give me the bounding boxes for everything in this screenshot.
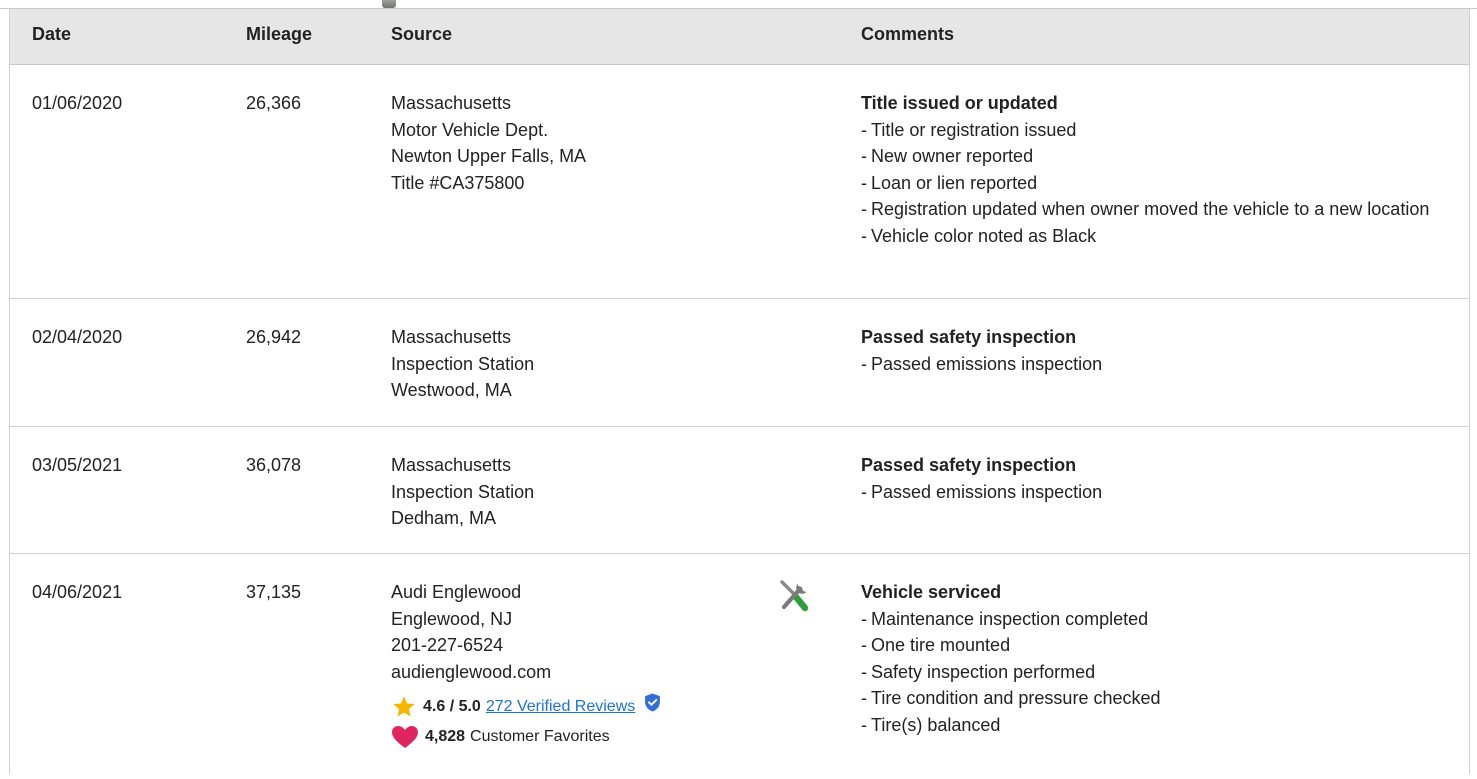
row-mileage: 26,366 [246, 93, 302, 113]
header-source: Source [391, 24, 453, 44]
top-edge [0, 0, 1477, 9]
source-line: Inspection Station [391, 481, 535, 502]
source-line: Motor Vehicle Dept. [391, 119, 549, 140]
favorites-label: Customer Favorites [470, 728, 610, 745]
verified-shield-icon [644, 693, 661, 720]
comment-title: Vehicle serviced [861, 582, 1002, 602]
verified-reviews-link[interactable]: 272 Verified Reviews [486, 695, 635, 719]
comment-item: Safety inspection performed [861, 659, 1461, 686]
row-comments: Passed safety inspection Passed emission… [861, 324, 1461, 377]
row-comments: Passed safety inspection Passed emission… [861, 452, 1461, 505]
comment-item: Vehicle color noted as Black [861, 223, 1461, 250]
star-icon [393, 696, 415, 716]
source-line: Newton Upper Falls, MA [391, 146, 587, 166]
row-source: Massachusetts Inspection Station Westwoo… [391, 324, 534, 404]
table-row: 01/06/2020 26,366 Massachusetts Motor Ve… [10, 65, 1469, 299]
comment-title: Passed safety inspection [861, 455, 1077, 475]
row-date: 02/04/2020 [32, 327, 123, 347]
row-date: 01/06/2020 [32, 93, 123, 113]
row-mileage: 36,078 [246, 455, 302, 475]
wrench-screwdriver-icon [778, 578, 814, 620]
comment-item: Registration updated when owner moved th… [861, 196, 1441, 223]
rating-value: 4.6 / 5.0 [423, 697, 481, 715]
row-date: 04/06/2021 [32, 582, 123, 602]
comment-title: Title issued or updated [861, 93, 1058, 113]
row-mileage: 26,942 [246, 327, 302, 347]
comment-item: New owner reported [861, 143, 1461, 170]
favorites-count: 4,828 [425, 728, 466, 745]
row-mileage: 37,135 [246, 582, 302, 602]
source-line: Massachusetts [391, 455, 512, 475]
row-source: Audi Englewood Englewood, NJ 201-227-652… [391, 579, 661, 749]
customer-favorites: 4,828 Customer Favorites [391, 725, 661, 749]
source-line: Massachusetts [391, 93, 512, 113]
source-line: Audi Englewood [391, 582, 522, 602]
header-mileage: Mileage [246, 24, 313, 44]
comment-item: One tire mounted [861, 632, 1461, 659]
row-date: 03/05/2021 [32, 455, 123, 475]
partial-image-edge [382, 0, 396, 8]
table-header: Date Mileage Source Comments [10, 9, 1469, 65]
header-comments: Comments [861, 24, 955, 44]
source-line: Dedham, MA [391, 508, 497, 528]
table-row: 02/04/2020 26,942 Massachusetts Inspecti… [10, 299, 1469, 427]
source-line: Englewood, NJ [391, 608, 513, 629]
header-date: Date [32, 24, 72, 44]
source-line: Title #CA375800 [391, 172, 525, 193]
source-line: Massachusetts [391, 327, 512, 347]
row-comments: Title issued or updated Title or registr… [861, 90, 1461, 249]
source-line: Inspection Station [391, 353, 535, 374]
comment-item: Passed emissions inspection [861, 479, 1461, 506]
comment-item: Tire condition and pressure checked [861, 685, 1461, 712]
row-source: Massachusetts Motor Vehicle Dept. Newton… [391, 90, 586, 196]
comment-item: Maintenance inspection completed [861, 606, 1461, 633]
dealer-rating: 4.6 / 5.0 272 Verified Reviews [391, 693, 661, 720]
row-source: Massachusetts Inspection Station Dedham,… [391, 452, 534, 532]
comment-item: Title or registration issued [861, 117, 1461, 144]
comment-item: Loan or lien reported [861, 170, 1461, 197]
comment-title: Passed safety inspection [861, 327, 1077, 347]
dealer-website-link[interactable]: audienglewood.com [391, 659, 661, 686]
comment-item: Tire(s) balanced [861, 712, 1461, 739]
comment-item: Passed emissions inspection [861, 351, 1461, 378]
history-table: Date Mileage Source Comments 01/06/2020 … [9, 9, 1470, 774]
row-comments: Vehicle serviced Maintenance inspection … [861, 579, 1461, 738]
source-line: 201-227-6524 [391, 635, 504, 655]
heart-icon [392, 726, 418, 748]
table-row: 04/06/2021 37,135 Audi Englewood Englewo… [10, 554, 1469, 774]
source-line: Westwood, MA [391, 380, 512, 400]
table-row: 03/05/2021 36,078 Massachusetts Inspecti… [10, 427, 1469, 554]
